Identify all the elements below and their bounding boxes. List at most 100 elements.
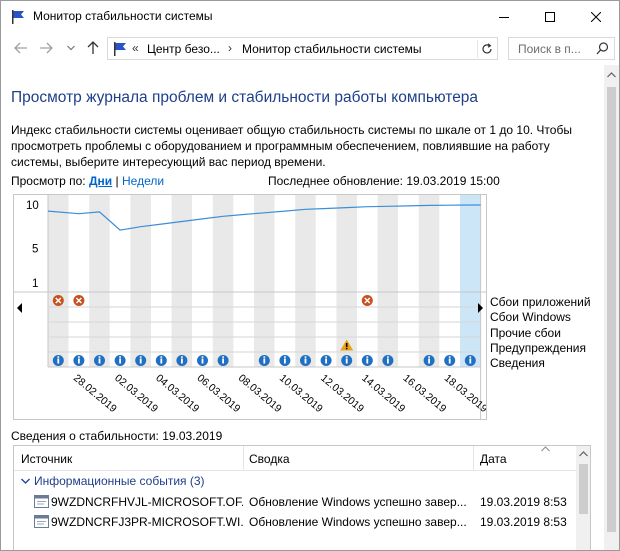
info-icon: [345, 356, 348, 358]
info-icon: [448, 356, 451, 358]
day-column[interactable]: [151, 195, 172, 367]
warning-icon: [345, 343, 348, 347]
info-icon: [366, 356, 369, 358]
search-box[interactable]: Поиск в п...: [508, 37, 615, 60]
view-days-link[interactable]: Дни: [89, 174, 112, 188]
day-column[interactable]: [109, 195, 131, 367]
x-tick-label: 10.03.2019: [277, 372, 325, 415]
search-placeholder: Поиск в п...: [518, 42, 581, 56]
x-tick-label: 06.03.2019: [195, 372, 243, 415]
info-icon: [57, 356, 60, 358]
column-date[interactable]: Дата: [480, 452, 507, 466]
page-title: Просмотр журнала проблем и стабильности …: [11, 89, 479, 106]
minimize-icon: [499, 16, 509, 18]
info-icon: [469, 356, 472, 358]
day-column[interactable]: [233, 195, 254, 367]
reliability-chart[interactable]: 10 5 1 28.02.2019 02.03.2019 04.03.2019 06.03.…: [13, 194, 487, 420]
page-scrollbar[interactable]: [604, 65, 619, 550]
row-source: 9WZDNCRFHVJL-MICROSOFT.OF...: [51, 495, 243, 509]
column-source[interactable]: Источник: [21, 452, 72, 466]
legend-other-failures: Прочие сбои: [490, 325, 561, 340]
stability-monitor-window: Монитор стабильности системы « Центр без…: [0, 0, 620, 551]
x-tick-label: 12.03.2019: [318, 372, 366, 415]
info-icon: [387, 356, 389, 358]
info-icon: [428, 358, 430, 364]
breadcrumb-control-panel[interactable]: Центр безо...: [147, 42, 220, 56]
info-icon: [325, 358, 327, 364]
warning-icon: [345, 347, 348, 350]
info-icon: [201, 358, 204, 364]
view-weeks-link[interactable]: Недели: [122, 174, 164, 188]
table-row[interactable]: 9WZDNCRFHVJL-MICROSOFT.OF... Обновление …: [14, 492, 576, 512]
forward-button[interactable]: [38, 40, 54, 56]
info-icon: [139, 356, 142, 358]
info-icon: [325, 356, 327, 358]
day-column[interactable]: [68, 195, 90, 367]
close-icon: [591, 11, 601, 22]
close-button[interactable]: [573, 1, 619, 32]
maximize-icon: [545, 11, 555, 22]
view-by-label: Просмотр по:: [11, 174, 86, 188]
navigation-bar: « Центр безо... › Монитор стабильности с…: [1, 32, 619, 64]
minimize-button[interactable]: [481, 1, 527, 32]
maximize-button[interactable]: [527, 1, 573, 32]
column-summary[interactable]: Сводка: [249, 452, 290, 466]
info-icon: [263, 358, 266, 364]
day-column[interactable]: [315, 195, 337, 367]
info-icon: [284, 356, 286, 358]
info-icon: [181, 356, 183, 358]
chevron-down-icon[interactable]: [21, 478, 30, 485]
arrow-right-icon: [40, 42, 53, 54]
y-tick-label: 1: [32, 278, 38, 290]
day-column[interactable]: [398, 195, 419, 367]
day-column[interactable]: [212, 195, 234, 367]
row-source: 9WZDNCRFJ3PR-MICROSOFT.WI...: [51, 515, 243, 529]
day-column[interactable]: [460, 195, 481, 367]
scroll-up-icon[interactable]: [607, 72, 616, 78]
refresh-button[interactable]: [477, 40, 495, 58]
info-icon: [201, 356, 204, 358]
reliability-chart-svg[interactable]: 10 5 1 28.02.201902.03.201904.03.201906.03.…: [14, 195, 486, 419]
day-column[interactable]: [48, 195, 69, 367]
up-button[interactable]: [85, 40, 101, 56]
x-tick-label: 04.03.2019: [153, 372, 201, 415]
table-row[interactable]: 9WZDNCRFJ3PR-MICROSOFT.WI... Обновление …: [14, 512, 576, 532]
info-icon: [78, 356, 80, 358]
info-icon: [448, 358, 451, 364]
page-description: Индекс стабильности системы оценивает об…: [11, 123, 572, 169]
chart-scroll-left-icon[interactable]: [17, 303, 22, 313]
day-column[interactable]: [254, 195, 275, 367]
day-column[interactable]: [295, 195, 316, 367]
day-column[interactable]: [89, 195, 110, 367]
column-divider[interactable]: [243, 446, 244, 471]
scroll-up-icon[interactable]: [579, 451, 588, 457]
day-column[interactable]: [418, 195, 440, 367]
day-column[interactable]: [439, 195, 460, 367]
recent-locations-button[interactable]: [63, 40, 79, 56]
table-scroll-thumb[interactable]: [579, 464, 588, 514]
address-bar[interactable]: « Центр безо... › Монитор стабильности с…: [107, 37, 498, 60]
address-overflow[interactable]: «: [132, 41, 139, 55]
arrow-up-icon: [87, 41, 99, 54]
breadcrumb-separator[interactable]: ›: [228, 41, 232, 55]
day-column[interactable]: [377, 195, 399, 367]
day-column[interactable]: [357, 195, 378, 367]
column-divider[interactable]: [473, 446, 474, 471]
group-info-events[interactable]: Информационные события (3): [34, 474, 205, 488]
info-icon: [304, 358, 307, 364]
back-button[interactable]: [13, 40, 29, 56]
breadcrumb-stability-monitor[interactable]: Монитор стабильности системы: [242, 42, 422, 56]
day-column[interactable]: [192, 195, 213, 367]
window-title: Монитор стабильности системы: [33, 9, 213, 23]
y-tick-label: 10: [26, 200, 39, 212]
day-column[interactable]: [130, 195, 151, 367]
table-scrollbar[interactable]: [576, 446, 590, 550]
application-icon: [34, 495, 49, 508]
page-scroll-thumb[interactable]: [607, 87, 616, 532]
day-column[interactable]: [274, 195, 296, 367]
info-icon: [304, 356, 307, 358]
info-icon: [98, 358, 101, 364]
last-update: Последнее обновление: 19.03.2019 15:00: [268, 174, 500, 188]
sort-ascending-icon: [541, 446, 550, 452]
info-icon: [119, 356, 121, 358]
